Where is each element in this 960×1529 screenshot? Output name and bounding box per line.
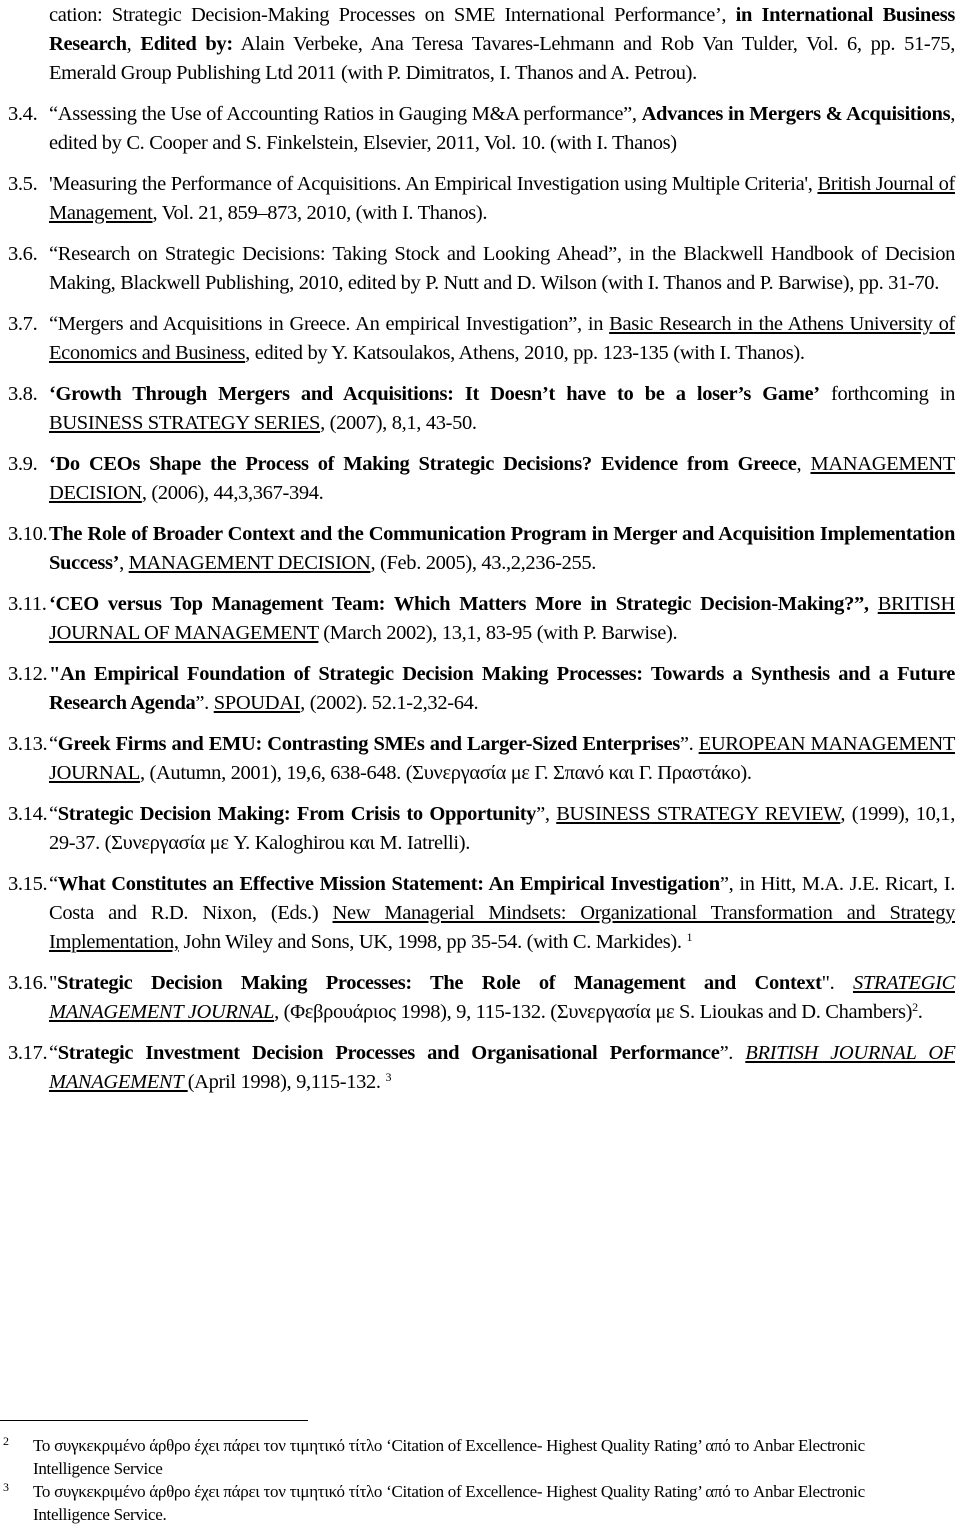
entry-text: " (49, 972, 58, 994)
publication-entry: 3.12. "An Empirical Foundation of Strateg… (0, 660, 960, 718)
entry-title: What Constitutes an Effective Mission St… (57, 873, 720, 895)
entry-number: 3.6. (8, 243, 38, 265)
entry-number: 3.12. (8, 663, 48, 685)
journal-name: SPOUDAI (213, 692, 301, 714)
entry-text: , (2007), 8,1, 43-50. (320, 412, 477, 434)
entry-text: cation: Strategic Decision-Making Proces… (49, 4, 736, 26)
entry-text: ”. (679, 733, 699, 755)
journal-name: BUSINESS STRATEGY SERIES (49, 412, 321, 434)
entry-title: Greek Firms and EMU: Contrasting SMEs an… (57, 733, 680, 755)
entry-text: 'Measuring the Performance of Acquisitio… (49, 173, 818, 195)
footnote-ref: 1 (686, 930, 693, 944)
publication-entry: 3.11. ‘CEO versus Top Management Team: Wh… (0, 590, 960, 648)
entry-number: 3.8. (8, 383, 38, 405)
publication-entry: 3.6. “Research on Strategic Decisions: Ta… (0, 240, 960, 298)
publication-entry: 3.10. The Role of Broader Context and the… (0, 520, 960, 578)
entry-number: 3.17. (8, 1042, 48, 1064)
footnotes: 2 Το συγκεκριμένο άρθρο έχει πάρει τον τι… (0, 1434, 960, 1526)
entry-title: Edited by: (140, 33, 233, 55)
entry-text: , (126, 33, 141, 55)
entry-text: (April 1998), 9,115-132. (187, 1071, 386, 1093)
footnote: 2 Το συγκεκριμένο άρθρο έχει πάρει τον τι… (0, 1434, 960, 1480)
entry-text: John Wiley and Sons, UK, 1998, pp 35-54.… (178, 931, 687, 953)
publication-entry: 3.16. "Strategic Decision Making Processe… (0, 969, 960, 1027)
entry-text: “ (49, 733, 58, 755)
entry-text: “ (49, 803, 58, 825)
entry-text: , (Φεβρουάριος 1998), 9, 115-132. (Συνερ… (274, 1001, 913, 1023)
publication-entry: 3.4. “Assessing the Use of Accounting Rat… (0, 100, 960, 158)
footnote-ref: 3 (385, 1070, 392, 1084)
entry-text (869, 593, 878, 615)
footnote-text: Το συγκεκριμένο άρθρο έχει πάρει τον τιμ… (33, 1482, 865, 1524)
document-page: cation: Strategic Decision-Making Proces… (0, 0, 960, 1524)
publication-entry: 3.14. “Strategic Decision Making: From Cr… (0, 800, 960, 858)
footnote-text: Το συγκεκριμένο άρθρο έχει πάρει τον τιμ… (33, 1436, 865, 1478)
publication-entry: 3.9. ‘Do CEOs Shape the Process of Makin… (0, 450, 960, 508)
entry-text: , (Feb. 2005), 43.,2,236-255. (370, 552, 597, 574)
entry-text: ”, (536, 803, 557, 825)
entry-title: ‘CEO versus Top Management Team: Which M… (49, 593, 869, 615)
entry-title: Strategic Investment Decision Processes … (57, 1042, 720, 1064)
publication-entry: cation: Strategic Decision-Making Proces… (0, 1, 960, 88)
entry-text: “ (49, 1042, 58, 1064)
entry-number: 3.13. (8, 733, 48, 755)
entry-number: 3.9. (8, 453, 38, 475)
entry-title: Advances in Mergers & Acquisitions (641, 103, 951, 125)
entry-text: , (2006), 44,3,367-394. (141, 482, 324, 504)
entry-title: Strategic Decision Making: From Crisis t… (57, 803, 537, 825)
entry-number: 3.7. (8, 313, 38, 335)
publication-entry: 3.5. 'Measuring the Performance of Acquis… (0, 170, 960, 228)
entry-text: “Mergers and Acquisitions in Greece. An … (49, 313, 610, 335)
footnote-number: 2 (3, 1434, 9, 1448)
publication-entry: 3.8. ‘Growth Through Mergers and Acquisit… (0, 380, 960, 438)
entry-text: , Vol. 21, 859–873, 2010, (with I. Thano… (152, 202, 488, 224)
entry-text: forthcoming in (819, 383, 955, 405)
entry-text: ”. (719, 1042, 746, 1064)
publication-entry: 3.15. “What Constitutes an Effective Miss… (0, 870, 960, 957)
entry-text: , (2002). 52.1-2,32-64. (300, 692, 479, 714)
footnote: 3 Το συγκεκριμένο άρθρο έχει πάρει τον τι… (0, 1480, 960, 1526)
entry-text: , (Autumn, 2001), 19,6, 638-648. (Συνεργ… (139, 762, 752, 784)
journal-name: BUSINESS STRATEGY REVIEW (556, 803, 841, 825)
entry-text: , (796, 453, 811, 475)
publication-entry: 3.7. “Mergers and Acquisitions in Greece.… (0, 310, 960, 368)
entry-title: ‘Growth Through Mergers and Acquisitions… (49, 383, 820, 405)
entry-text: “ (49, 873, 58, 895)
entry-text: , (119, 552, 129, 574)
entry-number: 3.5. (8, 173, 38, 195)
entry-text: , edited by Y. Katsoulakos, Athens, 2010… (245, 342, 805, 364)
entry-text: “Research on Strategic Decisions: Taking… (49, 243, 955, 294)
entry-number: 3.4. (8, 103, 38, 125)
entry-title: Strategic Decision Making Processes: The… (57, 972, 822, 994)
entry-title: ‘Do CEOs Shape the Process of Making Str… (49, 453, 797, 475)
publication-entry: 3.13. “Greek Firms and EMU: Contrasting S… (0, 730, 960, 788)
entry-text: ". (821, 972, 853, 994)
entry-number: 3.14. (8, 803, 48, 825)
publication-entry: 3.17. “Strategic Investment Decision Proc… (0, 1039, 960, 1097)
entry-text: ”. (195, 692, 214, 714)
entry-text: . (917, 1001, 923, 1023)
entry-text: “Assessing the Use of Accounting Ratios … (49, 103, 642, 125)
footnote-separator (0, 1420, 308, 1421)
entry-title: "An Empirical Foundation of Strategic De… (49, 663, 955, 714)
journal-name: MANAGEMENT DECISION (128, 552, 371, 574)
entry-number: 3.15. (8, 873, 48, 895)
publication-list: cation: Strategic Decision-Making Proces… (0, 0, 960, 1097)
entry-text: (March 2002), 13,1, 83-95 (with P. Barwi… (318, 622, 678, 644)
entry-number: 3.11. (8, 593, 47, 615)
footnote-number: 3 (3, 1480, 9, 1494)
entry-number: 3.16. (8, 972, 48, 994)
entry-number: 3.10. (8, 523, 48, 545)
